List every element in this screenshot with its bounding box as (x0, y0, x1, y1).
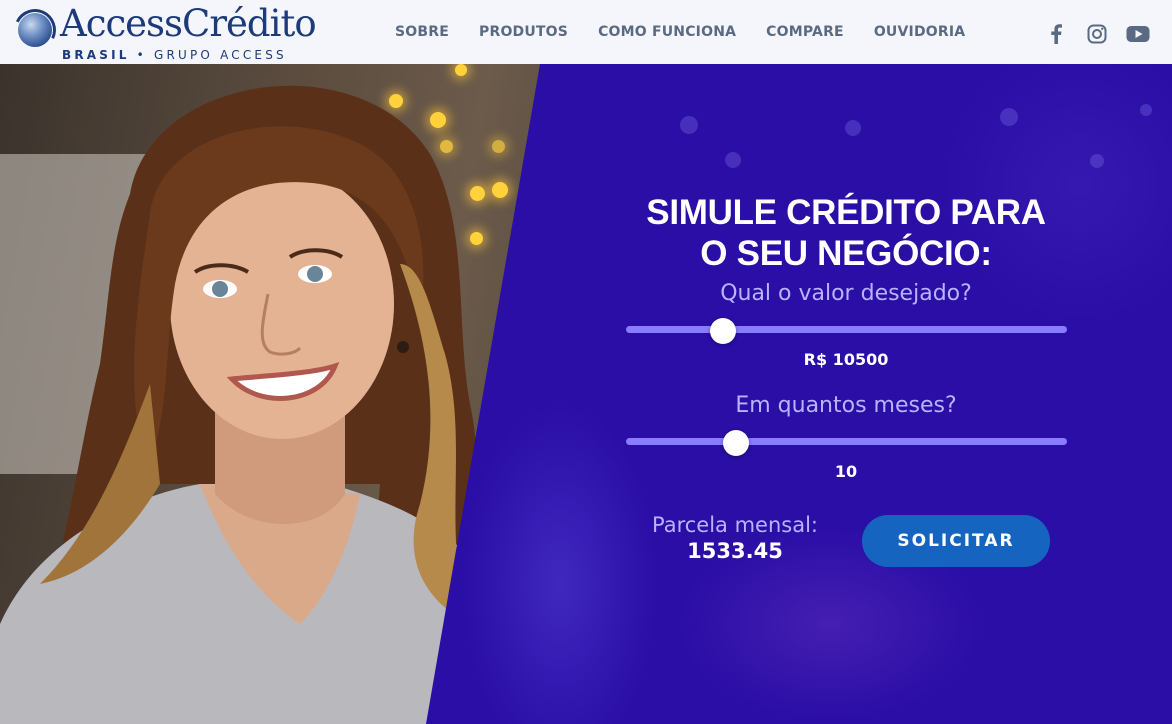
brand-name: AccessCrédito (60, 2, 317, 45)
months-slider[interactable] (625, 430, 1067, 456)
social-links (1044, 24, 1150, 44)
months-slider-thumb[interactable] (722, 430, 749, 456)
nav-item-ouvidoria[interactable]: OUVIDORIA (874, 24, 965, 40)
logo-swoosh (8, 3, 62, 57)
hero-section: SIMULE CRÉDITO PARA O SEU NEGÓCIO: Qual … (0, 64, 1172, 724)
tagline-group: GRUPO ACCESS (153, 48, 287, 62)
main-nav: SOBRE PRODUTOS COMO FUNCIONA COMPARE OUV… (380, 0, 980, 64)
installment-label: Parcela mensal: (651, 513, 818, 537)
nav-item-sobre[interactable]: SOBRE (395, 24, 449, 40)
simulator-title: SIMULE CRÉDITO PARA O SEU NEGÓCIO: (600, 192, 1092, 274)
months-question: Em quantos meses? (735, 393, 957, 418)
brand-logo[interactable]: AccessCrédito BRASIL • GRUPO ACCESS (8, 2, 317, 62)
installment-value: 1533.45 (687, 539, 783, 563)
site-header: AccessCrédito BRASIL • GRUPO ACCESS SOBR… (0, 0, 1172, 64)
nav-item-compare[interactable]: COMPARE (766, 24, 844, 40)
installment: Parcela mensal: 1533.45 (630, 512, 840, 564)
amount-slider-thumb[interactable] (709, 318, 736, 344)
solicitar-button[interactable]: SOLICITAR (862, 515, 1050, 567)
instagram-icon[interactable] (1085, 24, 1109, 44)
amount-slider[interactable] (625, 318, 1067, 344)
youtube-icon[interactable] (1126, 24, 1150, 44)
tagline-separator: • (136, 48, 147, 62)
tagline-country: BRASIL (62, 48, 130, 62)
brand-tagline: BRASIL • GRUPO ACCESS (62, 48, 287, 62)
months-value: 10 (834, 462, 858, 481)
result-row: Parcela mensal: 1533.45 SOLICITAR (600, 512, 1092, 572)
simulator-title-line2: O SEU NEGÓCIO: (700, 234, 992, 273)
amount-slider-track[interactable] (625, 326, 1067, 333)
simulator-title-line1: SIMULE CRÉDITO PARA (646, 193, 1046, 232)
credit-simulator: SIMULE CRÉDITO PARA O SEU NEGÓCIO: Qual … (600, 192, 1092, 572)
nav-item-como-funciona[interactable]: COMO FUNCIONA (598, 24, 736, 40)
facebook-icon[interactable] (1044, 24, 1068, 44)
nav-item-produtos[interactable]: PRODUTOS (479, 24, 568, 40)
months-slider-track[interactable] (625, 438, 1067, 445)
amount-value: R$ 10500 (803, 350, 889, 369)
amount-question: Qual o valor desejado? (720, 281, 972, 306)
